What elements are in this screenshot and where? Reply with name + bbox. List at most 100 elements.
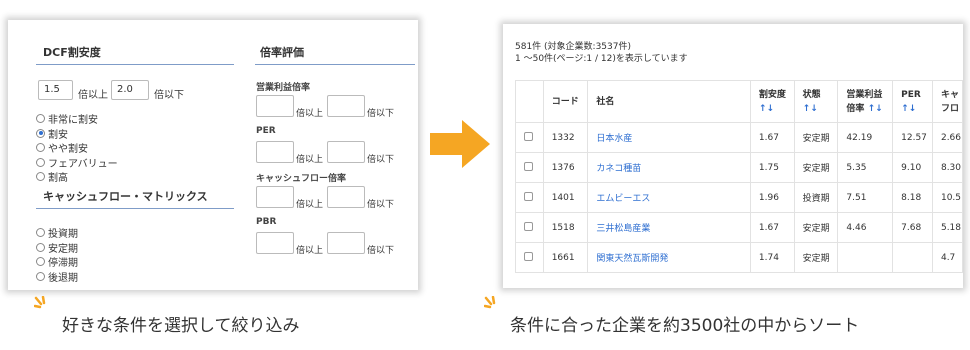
radio-button[interactable]	[36, 271, 45, 281]
header-select	[515, 80, 544, 123]
ratio-label: PBR	[256, 216, 277, 227]
row-select-cell	[515, 182, 544, 213]
spark-icon	[484, 296, 496, 309]
cell-cash: 4.7	[931, 242, 963, 273]
row-select-cell	[515, 152, 544, 183]
dcf-option-label: やや割安	[48, 144, 88, 155]
radio-button[interactable]	[36, 228, 45, 237]
ratio-max-input[interactable]	[327, 186, 365, 208]
ratio-min-suffix: 倍以上	[296, 154, 324, 165]
header-cashflow-label-2: フロ	[940, 103, 959, 114]
ratio-max-suffix: 倍以下	[367, 109, 395, 119]
cell-name[interactable]: カネコ種苗	[587, 152, 751, 183]
ratio-max-suffix: 倍以下	[367, 200, 395, 210]
cell-name[interactable]: エムビーエス	[587, 182, 751, 213]
dcf-option[interactable]: フェアバリュー	[36, 155, 118, 170]
radio-button[interactable]	[36, 143, 45, 152]
radio-button[interactable]	[36, 157, 45, 167]
radio-button[interactable]	[36, 128, 45, 138]
cashflow-section-rule	[36, 208, 234, 209]
dcf-option[interactable]: 非常に割安	[36, 111, 98, 126]
ratio-min-suffix: 倍以上	[296, 200, 324, 210]
cell-cash: 5.18	[931, 212, 963, 243]
sort-per-icon[interactable]: ↑↓	[901, 104, 916, 114]
ratio-max-input[interactable]	[327, 231, 365, 254]
header-discount[interactable]: 割安度 ↑↓	[749, 80, 795, 123]
dcf-option[interactable]: 割安	[36, 126, 68, 141]
ratio-max-suffix: 倍以下	[367, 245, 395, 256]
sort-op-profit-icon[interactable]: ↑↓	[868, 104, 883, 114]
result-range: 1 〜50件(ページ:1 / 12)を表示しています	[515, 54, 688, 64]
header-op-profit-label-2: 倍率	[846, 103, 865, 114]
cell-status: 安定期	[793, 212, 839, 243]
row-checkbox[interactable]	[524, 221, 533, 231]
dcf-min-input[interactable]: 1.5	[38, 80, 73, 100]
header-cashflow[interactable]: キャ フロ	[931, 80, 963, 123]
cashflow-section-title: キャッシュフロー・マトリックス	[43, 190, 208, 203]
table-header-row: コード 社名 割安度 ↑↓ 状態 ↑↓ 営業利益倍率 ↑↓ PER ↑↓ キャフロ	[515, 80, 963, 123]
ratio-min-suffix: 倍以上	[296, 109, 324, 119]
arrow-right-icon	[430, 120, 490, 168]
header-status[interactable]: 状態 ↑↓	[793, 80, 839, 123]
cell-status: 投資期	[793, 182, 839, 213]
row-select-cell	[515, 242, 544, 273]
cell-name[interactable]: 日本水産	[587, 122, 751, 153]
cell-status: 安定期	[793, 122, 839, 153]
dcf-max-input[interactable]: 2.0	[111, 80, 149, 100]
radio-button[interactable]	[36, 172, 45, 181]
radio-button[interactable]	[36, 257, 45, 266]
cell-name[interactable]: 三井松島産業	[587, 212, 751, 243]
sort-discount-icon[interactable]: ↑↓	[759, 104, 774, 114]
dcf-option[interactable]: 割高	[36, 169, 68, 184]
radio-button[interactable]	[36, 114, 45, 123]
cell-op: 5.35	[837, 152, 894, 183]
ratio-min-input[interactable]	[256, 140, 294, 163]
header-cashflow-label: キャ	[940, 89, 959, 100]
ratio-min-input[interactable]	[256, 186, 294, 208]
cell-op	[837, 242, 894, 273]
table-row[interactable]: 1661 関東天然瓦斯開発 1.74 安定期 4.7	[515, 242, 963, 273]
header-code[interactable]: コード	[542, 80, 589, 123]
dcf-option-label: 割安	[48, 129, 68, 141]
sort-status-icon[interactable]: ↑↓	[803, 104, 818, 114]
row-checkbox[interactable]	[524, 131, 533, 141]
cashflow-option[interactable]: 停滞期	[36, 254, 78, 269]
cashflow-option[interactable]: 後退期	[36, 269, 78, 284]
table-row[interactable]: 1518 三井松島産業 1.67 安定期 4.46 7.68 5.18	[515, 212, 963, 243]
table-row[interactable]: 1376 カネコ種苗 1.75 安定期 5.35 9.10 8.30	[515, 152, 963, 183]
dcf-option[interactable]: やや割安	[36, 140, 88, 155]
cell-cash: 10.5	[931, 182, 963, 213]
ratio-max-input[interactable]	[327, 95, 365, 117]
row-select-cell	[515, 212, 544, 243]
dcf-section-rule	[36, 64, 234, 65]
header-op-profit-label: 営業利益	[846, 89, 883, 100]
cashflow-option-label: 投資期	[48, 229, 78, 240]
ratio-min-input[interactable]	[256, 231, 294, 254]
cell-per	[892, 242, 933, 273]
header-op-profit[interactable]: 営業利益倍率 ↑↓	[837, 80, 894, 123]
cell-code: 1332	[542, 122, 589, 153]
header-name[interactable]: 社名	[587, 80, 751, 123]
results-panel: 581件 (対象企業数:3537件) 1 〜50件(ページ:1 / 12)を表示…	[503, 24, 963, 288]
row-checkbox[interactable]	[524, 191, 533, 201]
cell-discount: 1.67	[749, 122, 795, 153]
cell-code: 1661	[542, 242, 589, 273]
row-checkbox[interactable]	[524, 161, 533, 171]
ratio-max-input[interactable]	[327, 140, 365, 163]
cell-op: 7.51	[837, 182, 894, 213]
dcf-max-suffix: 倍以下	[154, 90, 184, 101]
ratio-max-suffix: 倍以下	[367, 154, 395, 165]
row-checkbox[interactable]	[524, 251, 533, 261]
header-per[interactable]: PER ↑↓	[892, 80, 933, 123]
table-row[interactable]: 1401 エムビーエス 1.96 投資期 7.51 8.18 10.5	[515, 182, 963, 213]
ratio-min-input[interactable]	[256, 95, 294, 117]
header-status-label: 状態	[802, 89, 821, 100]
cell-discount: 1.96	[749, 182, 795, 213]
cell-discount: 1.74	[749, 242, 795, 273]
caption-right: 条件に合った企業を約3500社の中からソート	[510, 316, 860, 336]
cashflow-option[interactable]: 投資期	[36, 225, 78, 240]
radio-button[interactable]	[36, 242, 45, 252]
table-row[interactable]: 1332 日本水産 1.67 安定期 42.19 12.57 2.66	[515, 122, 963, 153]
cell-name[interactable]: 関東天然瓦斯開発	[587, 242, 751, 273]
cashflow-option[interactable]: 安定期	[36, 240, 78, 255]
